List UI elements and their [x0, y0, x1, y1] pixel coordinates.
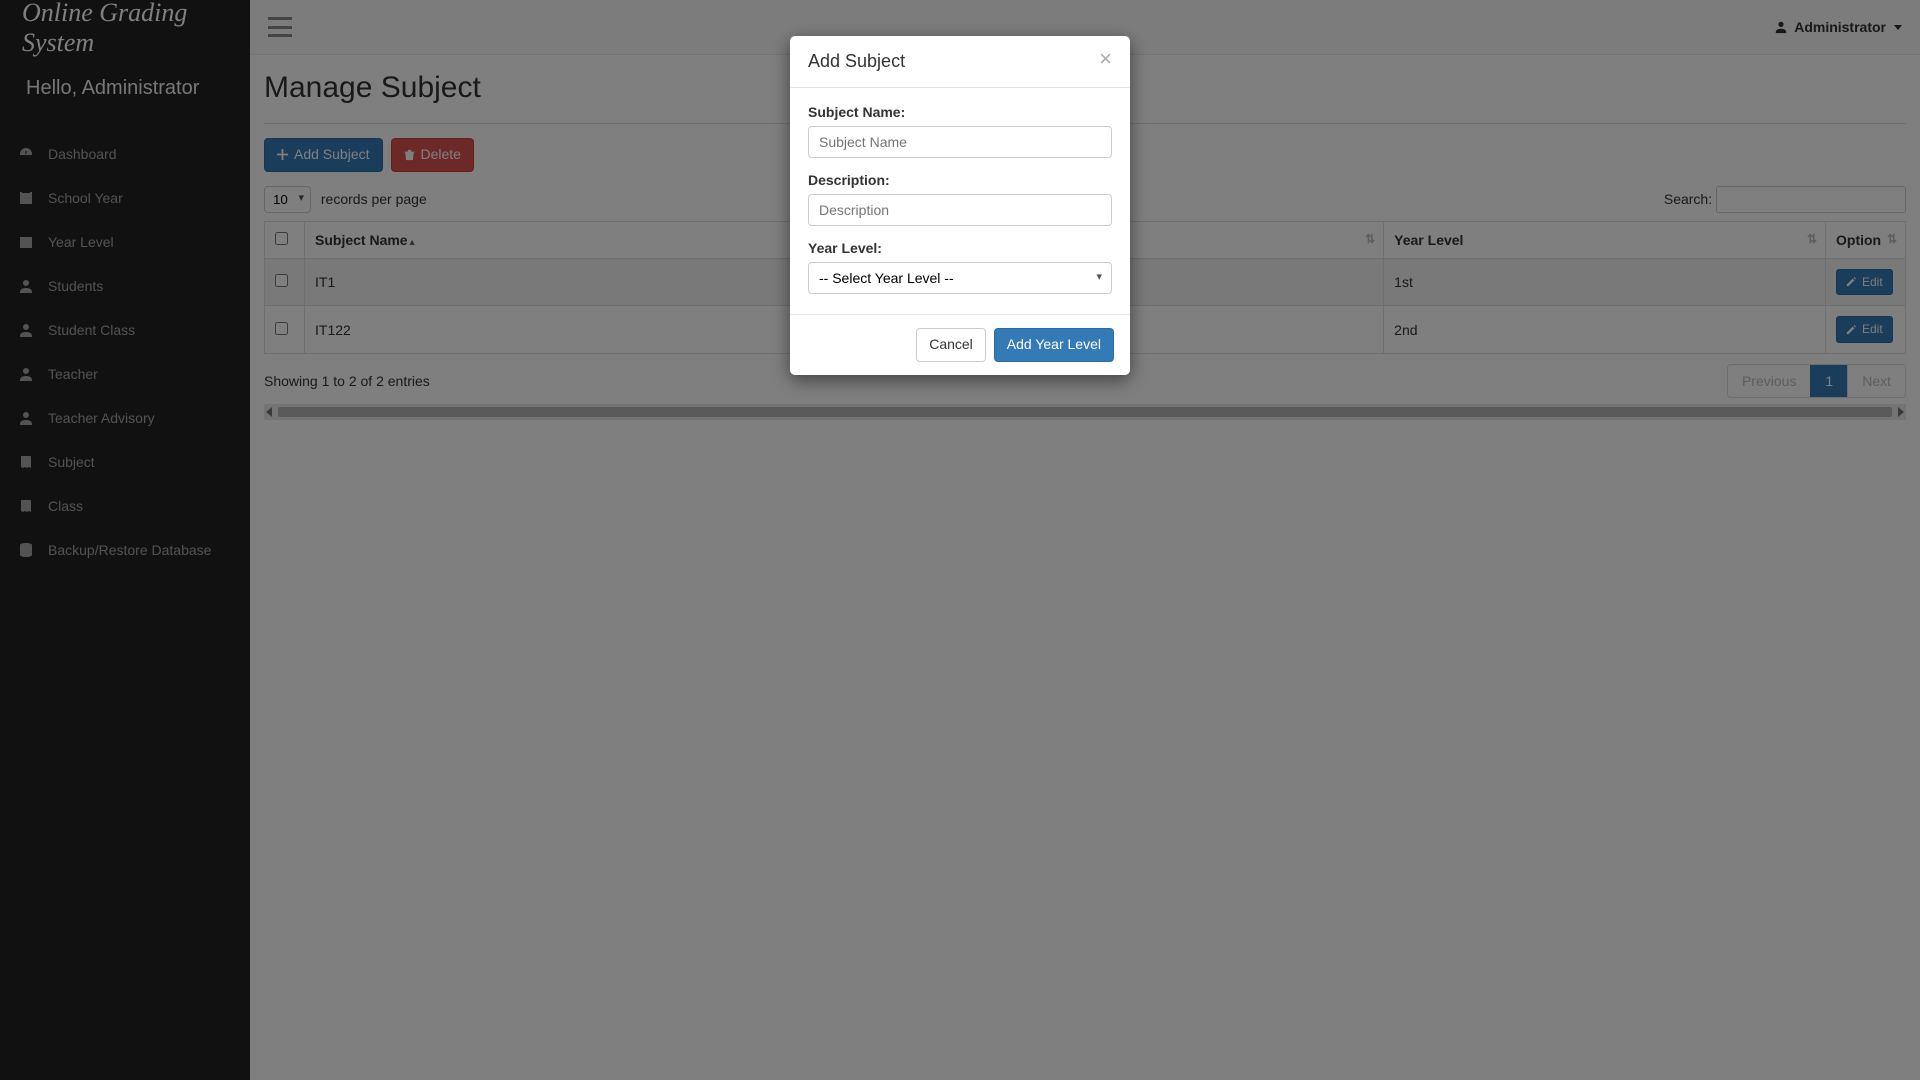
add-year-level-button[interactable]: Add Year Level — [994, 328, 1114, 362]
description-input[interactable] — [808, 194, 1112, 226]
cancel-button[interactable]: Cancel — [916, 328, 986, 362]
description-label: Description: — [808, 172, 1112, 188]
close-icon: × — [1099, 46, 1112, 71]
modal-title: Add Subject — [808, 51, 905, 72]
add-subject-modal: Add Subject × Subject Name: Description:… — [790, 36, 1130, 375]
modal-body: Subject Name: Description: Year Level: -… — [790, 88, 1130, 314]
subject-name-label: Subject Name: — [808, 104, 1112, 120]
modal-header: Add Subject × — [790, 36, 1130, 88]
modal-close-button[interactable]: × — [1099, 51, 1112, 66]
year-level-select[interactable]: -- Select Year Level -- — [808, 262, 1112, 294]
subject-name-input[interactable] — [808, 126, 1112, 158]
modal-footer: Cancel Add Year Level — [790, 314, 1130, 375]
year-level-label: Year Level: — [808, 240, 1112, 256]
